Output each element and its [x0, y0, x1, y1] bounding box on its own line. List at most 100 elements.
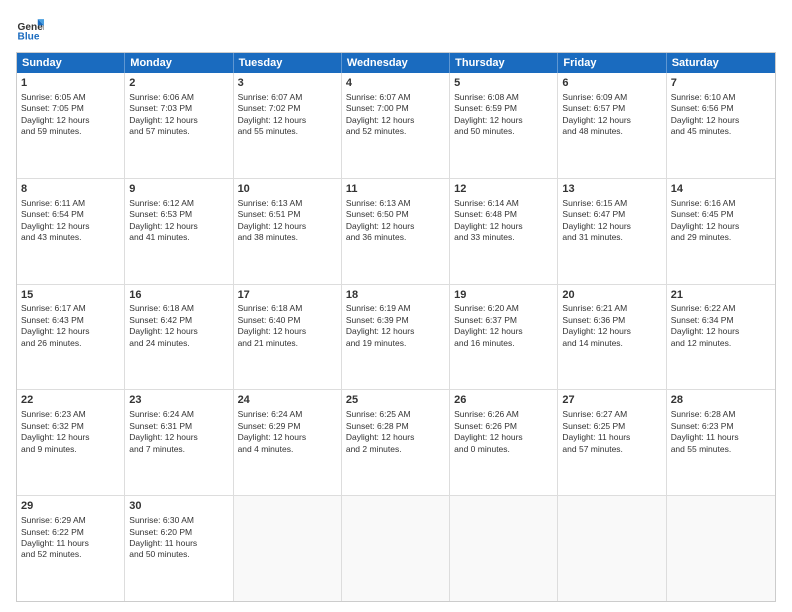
- day-info: and 31 minutes.: [562, 232, 661, 243]
- day-info: Sunset: 6:32 PM: [21, 421, 120, 432]
- day-number: 10: [238, 182, 337, 197]
- calendar-cell: [667, 496, 775, 601]
- calendar-cell: 26Sunrise: 6:26 AMSunset: 6:26 PMDayligh…: [450, 390, 558, 495]
- calendar-row-2: 15Sunrise: 6:17 AMSunset: 6:43 PMDayligh…: [17, 284, 775, 390]
- day-info: Daylight: 12 hours: [562, 115, 661, 126]
- day-info: Daylight: 12 hours: [346, 115, 445, 126]
- day-number: 24: [238, 393, 337, 408]
- day-info: Sunset: 6:23 PM: [671, 421, 771, 432]
- day-info: Daylight: 12 hours: [21, 221, 120, 232]
- day-info: and 12 minutes.: [671, 338, 771, 349]
- day-info: Sunset: 6:57 PM: [562, 103, 661, 114]
- day-number: 1: [21, 76, 120, 91]
- day-number: 9: [129, 182, 228, 197]
- day-number: 12: [454, 182, 553, 197]
- day-info: and 38 minutes.: [238, 232, 337, 243]
- day-info: Sunset: 6:43 PM: [21, 315, 120, 326]
- calendar-cell: 9Sunrise: 6:12 AMSunset: 6:53 PMDaylight…: [125, 179, 233, 284]
- day-number: 28: [671, 393, 771, 408]
- day-info: Sunrise: 6:06 AM: [129, 92, 228, 103]
- day-info: Sunrise: 6:24 AM: [238, 409, 337, 420]
- day-header-sunday: Sunday: [17, 53, 125, 73]
- day-info: Sunset: 6:51 PM: [238, 209, 337, 220]
- svg-text:Blue: Blue: [18, 31, 40, 42]
- day-info: and 41 minutes.: [129, 232, 228, 243]
- day-info: and 57 minutes.: [562, 444, 661, 455]
- day-number: 29: [21, 499, 120, 514]
- day-info: Sunrise: 6:08 AM: [454, 92, 553, 103]
- calendar-cell: 7Sunrise: 6:10 AMSunset: 6:56 PMDaylight…: [667, 73, 775, 178]
- day-info: Sunset: 6:28 PM: [346, 421, 445, 432]
- calendar-cell: 5Sunrise: 6:08 AMSunset: 6:59 PMDaylight…: [450, 73, 558, 178]
- day-info: Daylight: 12 hours: [454, 326, 553, 337]
- day-info: Sunrise: 6:14 AM: [454, 198, 553, 209]
- day-info: Daylight: 12 hours: [21, 432, 120, 443]
- day-info: Sunset: 6:31 PM: [129, 421, 228, 432]
- day-info: and 48 minutes.: [562, 126, 661, 137]
- day-info: Sunset: 6:20 PM: [129, 527, 228, 538]
- logo: General Blue: [16, 16, 48, 44]
- day-info: Sunrise: 6:13 AM: [346, 198, 445, 209]
- day-info: Sunset: 6:37 PM: [454, 315, 553, 326]
- calendar-cell: 8Sunrise: 6:11 AMSunset: 6:54 PMDaylight…: [17, 179, 125, 284]
- day-number: 7: [671, 76, 771, 91]
- page-header: General Blue: [16, 16, 776, 44]
- day-info: Sunrise: 6:18 AM: [129, 303, 228, 314]
- day-info: Daylight: 12 hours: [129, 432, 228, 443]
- day-info: Daylight: 12 hours: [129, 221, 228, 232]
- day-info: Daylight: 12 hours: [238, 432, 337, 443]
- calendar: SundayMondayTuesdayWednesdayThursdayFrid…: [16, 52, 776, 602]
- calendar-cell: 20Sunrise: 6:21 AMSunset: 6:36 PMDayligh…: [558, 285, 666, 390]
- day-info: Sunrise: 6:11 AM: [21, 198, 120, 209]
- day-info: Sunrise: 6:20 AM: [454, 303, 553, 314]
- calendar-cell: 18Sunrise: 6:19 AMSunset: 6:39 PMDayligh…: [342, 285, 450, 390]
- day-info: Sunrise: 6:28 AM: [671, 409, 771, 420]
- day-info: Sunset: 6:42 PM: [129, 315, 228, 326]
- calendar-cell: 4Sunrise: 6:07 AMSunset: 7:00 PMDaylight…: [342, 73, 450, 178]
- day-info: Daylight: 12 hours: [238, 221, 337, 232]
- day-info: and 19 minutes.: [346, 338, 445, 349]
- day-info: and 52 minutes.: [346, 126, 445, 137]
- day-info: Daylight: 12 hours: [454, 115, 553, 126]
- day-info: Daylight: 12 hours: [454, 221, 553, 232]
- day-info: Sunset: 7:05 PM: [21, 103, 120, 114]
- day-info: Sunset: 6:47 PM: [562, 209, 661, 220]
- day-info: Sunrise: 6:21 AM: [562, 303, 661, 314]
- day-info: Sunrise: 6:27 AM: [562, 409, 661, 420]
- day-info: Daylight: 12 hours: [671, 326, 771, 337]
- day-info: Sunset: 6:48 PM: [454, 209, 553, 220]
- day-info: Daylight: 12 hours: [238, 115, 337, 126]
- calendar-cell: 1Sunrise: 6:05 AMSunset: 7:05 PMDaylight…: [17, 73, 125, 178]
- day-info: Sunrise: 6:12 AM: [129, 198, 228, 209]
- day-info: Sunset: 6:36 PM: [562, 315, 661, 326]
- calendar-cell: [450, 496, 558, 601]
- day-info: Daylight: 12 hours: [671, 221, 771, 232]
- day-info: Daylight: 11 hours: [562, 432, 661, 443]
- day-info: Daylight: 11 hours: [129, 538, 228, 549]
- day-number: 20: [562, 288, 661, 303]
- day-info: and 55 minutes.: [671, 444, 771, 455]
- day-info: and 9 minutes.: [21, 444, 120, 455]
- calendar-row-0: 1Sunrise: 6:05 AMSunset: 7:05 PMDaylight…: [17, 73, 775, 178]
- day-info: Sunset: 6:45 PM: [671, 209, 771, 220]
- day-info: and 21 minutes.: [238, 338, 337, 349]
- day-info: Sunrise: 6:13 AM: [238, 198, 337, 209]
- day-number: 5: [454, 76, 553, 91]
- calendar-cell: 6Sunrise: 6:09 AMSunset: 6:57 PMDaylight…: [558, 73, 666, 178]
- day-header-saturday: Saturday: [667, 53, 775, 73]
- day-info: Sunrise: 6:25 AM: [346, 409, 445, 420]
- day-header-monday: Monday: [125, 53, 233, 73]
- day-info: Sunrise: 6:17 AM: [21, 303, 120, 314]
- calendar-body: 1Sunrise: 6:05 AMSunset: 7:05 PMDaylight…: [17, 73, 775, 601]
- calendar-row-1: 8Sunrise: 6:11 AMSunset: 6:54 PMDaylight…: [17, 178, 775, 284]
- day-number: 11: [346, 182, 445, 197]
- day-info: Sunset: 6:53 PM: [129, 209, 228, 220]
- day-info: Daylight: 12 hours: [562, 221, 661, 232]
- day-number: 30: [129, 499, 228, 514]
- day-info: and 2 minutes.: [346, 444, 445, 455]
- calendar-cell: 2Sunrise: 6:06 AMSunset: 7:03 PMDaylight…: [125, 73, 233, 178]
- day-info: Daylight: 11 hours: [671, 432, 771, 443]
- day-number: 14: [671, 182, 771, 197]
- day-info: Sunset: 7:02 PM: [238, 103, 337, 114]
- calendar-cell: 19Sunrise: 6:20 AMSunset: 6:37 PMDayligh…: [450, 285, 558, 390]
